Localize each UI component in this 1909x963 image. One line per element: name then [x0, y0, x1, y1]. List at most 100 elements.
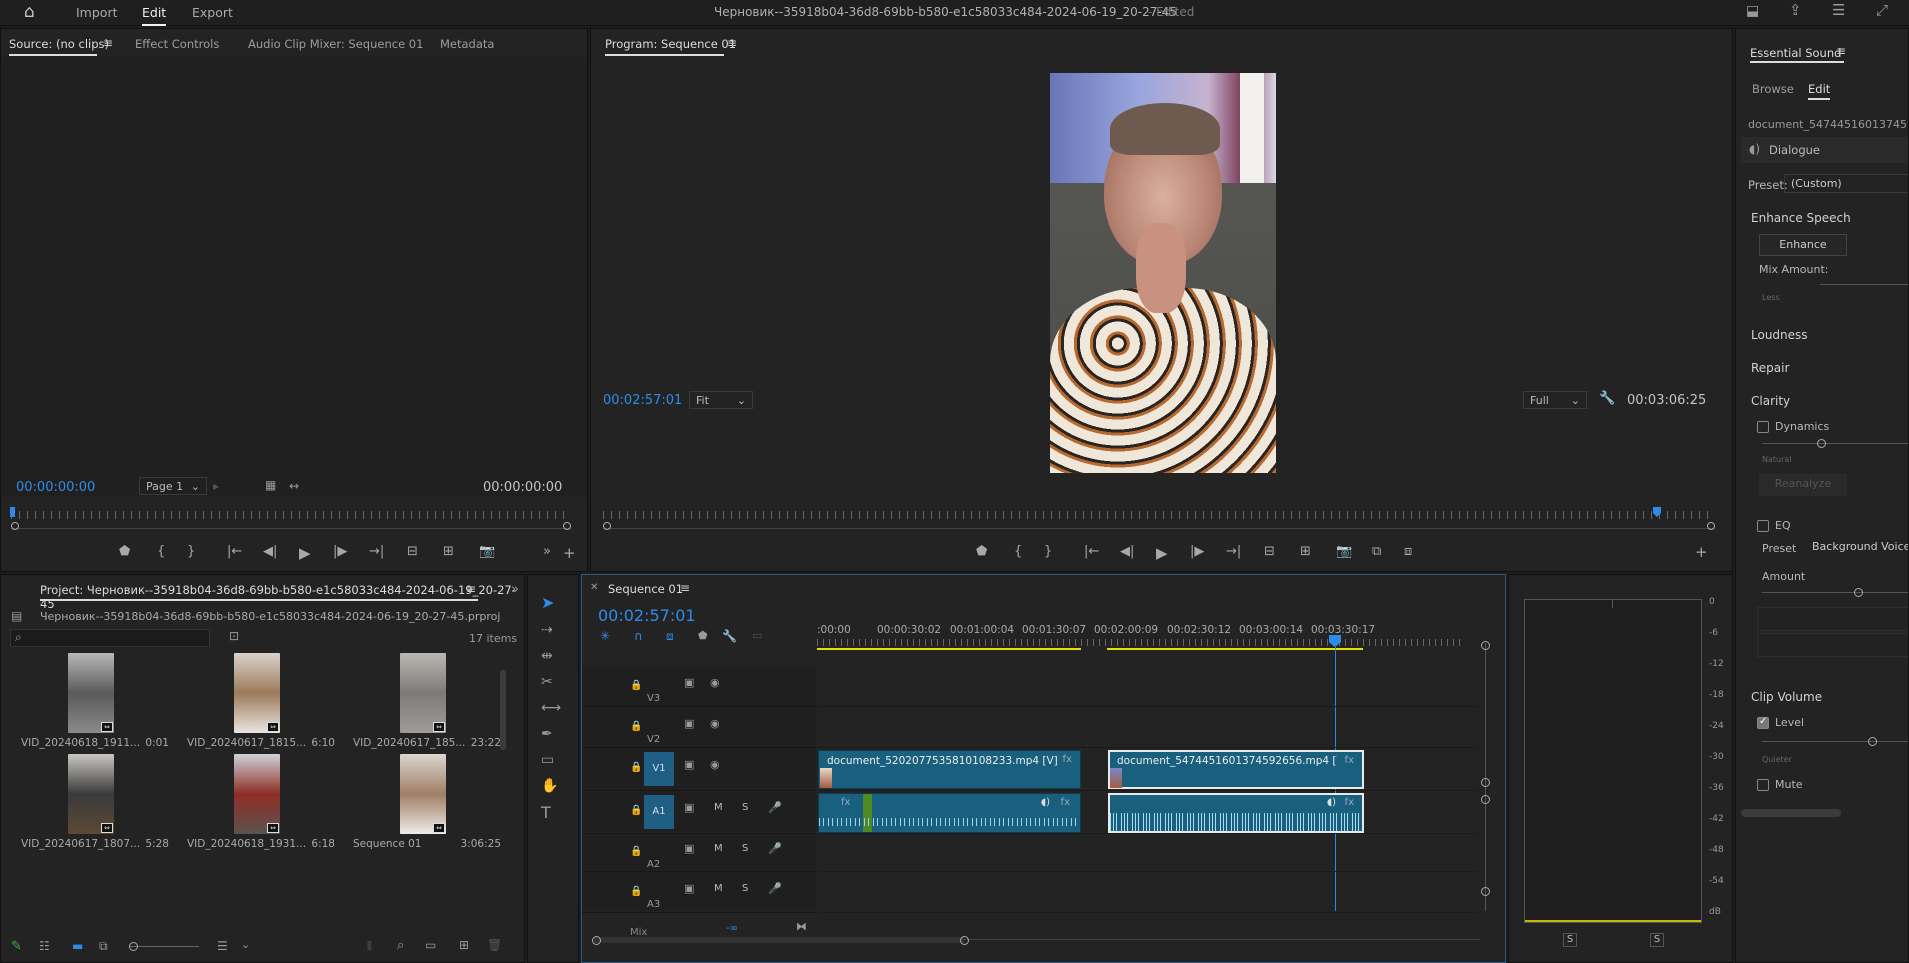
es-preset-select[interactable]: (Custom) [1784, 174, 1908, 193]
vzoom-bottom-handle[interactable] [1481, 887, 1490, 896]
solo-button[interactable]: S [742, 883, 748, 894]
source-page-select[interactable]: Page 1 ⌄ [139, 477, 207, 495]
microphone-icon[interactable]: 🎤 [768, 843, 782, 854]
es-menu-icon[interactable]: ≡ [1836, 44, 1846, 58]
mute-checkbox[interactable] [1757, 779, 1769, 791]
settings-icon[interactable]: ↔ [289, 480, 299, 492]
track-name[interactable]: A3 [647, 888, 660, 922]
track-name[interactable]: A1 [644, 795, 674, 829]
project-item-thumbnail[interactable]: ⇔ [68, 754, 114, 834]
freeform-view-icon[interactable]: ⧉ [99, 940, 108, 952]
insert-button[interactable]: ⊟ [407, 544, 418, 559]
film-icon[interactable]: ▣ [684, 802, 694, 813]
project-menu-icon[interactable]: ≡ [466, 582, 476, 596]
project-item-thumbnail[interactable]: ⇔ [400, 653, 446, 733]
home-icon[interactable]: ⌂ [24, 4, 35, 21]
eye-icon[interactable]: ◉ [710, 759, 720, 770]
program-zoom-left[interactable] [603, 522, 611, 530]
project-item-thumbnail[interactable]: ⇔ [234, 754, 280, 834]
level-checkbox[interactable]: ✓ [1757, 716, 1769, 729]
solo-button[interactable]: S [742, 802, 748, 813]
es-loudness[interactable]: Loudness [1751, 328, 1808, 342]
lock-icon[interactable]: 🔒 [630, 681, 642, 691]
trash-icon[interactable]: 🗑 [487, 939, 502, 951]
program-marker-button[interactable]: ⬟ [976, 544, 987, 559]
mute-button[interactable]: M [714, 802, 723, 813]
project-search-input[interactable]: ⌕ [10, 629, 210, 647]
program-go-to-in-button[interactable]: |← [1084, 544, 1099, 559]
es-tab-browse[interactable]: Browse [1752, 82, 1794, 96]
program-add-button[interactable]: + [1695, 543, 1708, 561]
share-icon[interactable]: ⇪ [1789, 3, 1802, 18]
source-zoom-left[interactable] [11, 522, 19, 530]
zoom-slider-handle[interactable] [129, 942, 138, 951]
program-timecode[interactable]: 00:02:57:01 [603, 393, 682, 408]
microphone-icon[interactable]: 🎤 [768, 802, 782, 813]
dynamics-slider[interactable] [1762, 443, 1908, 444]
mix-amount-slider[interactable] [1820, 284, 1908, 285]
video-clip-1[interactable]: document_5202077535810108233.mp4 [V] fx [818, 750, 1081, 789]
program-fit-select[interactable]: Fit ⌄ [689, 391, 753, 409]
film-icon[interactable]: ▣ [684, 883, 694, 894]
horizontal-scroll-thumb[interactable] [594, 937, 964, 943]
project-item[interactable]: ⇔ VID_20240618_1931... 6:18 [175, 754, 337, 852]
nav-edit[interactable]: Edit [142, 5, 166, 20]
lock-icon[interactable]: 🔒 [630, 847, 642, 857]
project-item[interactable]: ⇔ VID_20240617_1815... 6:10 [175, 653, 337, 751]
amount-slider[interactable] [1762, 592, 1908, 593]
type-tool-icon[interactable]: T [541, 805, 551, 821]
list-view-icon[interactable]: ☷ [39, 940, 50, 952]
project-item[interactable]: ⇔ VID_20240617_1807... 5:28 [9, 754, 171, 852]
zoom-slider[interactable] [129, 946, 199, 947]
new-search-bin-icon[interactable]: ⊡ [229, 630, 239, 642]
hand-tool-icon[interactable]: ✋ [541, 779, 558, 793]
fullscreen-icon[interactable]: ⤢ [1876, 3, 1888, 18]
add-marker-icon[interactable]: ⬟ [698, 630, 708, 641]
vzoom-top-handle[interactable] [1481, 641, 1490, 650]
project-scrollbar[interactable] [500, 670, 506, 750]
es-type-row[interactable]: ◖) Dialogue [1741, 137, 1908, 163]
es-tab-edit[interactable]: Edit [1808, 82, 1830, 96]
track-name[interactable]: V1 [644, 752, 674, 786]
play-button[interactable]: ▶ [299, 544, 311, 562]
eq-checkbox[interactable] [1757, 520, 1769, 532]
enhance-button[interactable]: Enhance [1759, 234, 1847, 256]
nav-export[interactable]: Export [192, 5, 233, 20]
program-step-forward-button[interactable]: |▶ [1190, 544, 1204, 559]
ripple-edit-tool-icon[interactable]: ⇹ [541, 649, 553, 663]
film-icon[interactable]: ▣ [684, 718, 694, 729]
nav-import[interactable]: Import [76, 5, 118, 20]
captions-icon[interactable]: ▭ [752, 630, 762, 641]
program-mark-in-button[interactable]: { [1014, 544, 1022, 559]
mark-in-button[interactable]: { [157, 544, 165, 559]
lock-icon[interactable]: 🔒 [630, 887, 642, 897]
proxy-toggle-icon[interactable]: ⧈ [1404, 544, 1412, 559]
es-clarity[interactable]: Clarity [1751, 394, 1790, 408]
new-item-icon[interactable]: ⊞ [459, 939, 469, 951]
audio-clip-2[interactable]: fx ◖) [1108, 793, 1364, 833]
project-item[interactable]: ⇔ VID_20240617_185... 23:22 [341, 653, 503, 751]
eye-icon[interactable]: ◉ [710, 718, 720, 729]
dynamics-slider-handle[interactable] [1817, 439, 1826, 448]
lock-icon[interactable]: 🔒 [630, 722, 642, 732]
tab-effect-controls[interactable]: Effect Controls [135, 37, 219, 51]
timeline-timecode[interactable]: 00:02:57:01 [598, 606, 696, 625]
program-play-button[interactable]: ▶ [1156, 544, 1168, 562]
program-ruler[interactable] [603, 509, 1715, 529]
source-zoom-right[interactable] [563, 522, 571, 530]
solo-button[interactable]: S [742, 843, 748, 854]
project-item-thumbnail[interactable]: ⇔ [400, 754, 446, 834]
mix-link-icon[interactable]: ⧓ [796, 921, 807, 932]
workspaces-icon[interactable]: ☰ [1832, 3, 1845, 18]
mix-value[interactable]: -∞ [726, 923, 738, 934]
hscroll-left-handle[interactable] [592, 936, 601, 945]
tab-audio-clip-mixer[interactable]: Audio Clip Mixer: Sequence 01 [248, 37, 423, 51]
eq-preset-select[interactable]: Background Voice [1808, 538, 1908, 557]
program-go-to-out-button[interactable]: →| [1226, 544, 1241, 559]
source-menu-icon[interactable]: ≡ [103, 36, 113, 50]
source-playhead[interactable] [10, 507, 15, 517]
eye-icon[interactable]: ◉ [710, 677, 720, 688]
audio-clip-1[interactable]: fx fx ◖) [818, 793, 1081, 833]
wrench-icon[interactable]: 🔧 [1599, 392, 1615, 405]
quick-export-icon[interactable]: ⬓ [1746, 4, 1759, 18]
